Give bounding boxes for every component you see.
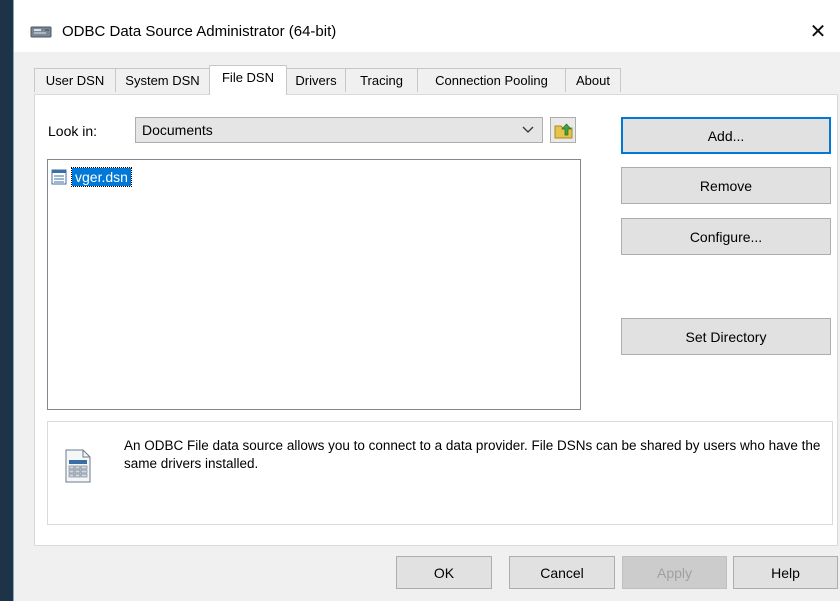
button-label: OK <box>433 564 455 581</box>
tab-label: System DSN <box>125 73 200 88</box>
info-box: An ODBC File data source allows you to c… <box>47 421 833 525</box>
cancel-button[interactable]: Cancel <box>509 556 615 589</box>
file-name: vger.dsn <box>71 167 132 187</box>
set-directory-button[interactable]: Set Directory <box>621 318 831 355</box>
button-label: Add... <box>707 127 745 144</box>
tab-user-dsn[interactable]: User DSN <box>34 68 116 92</box>
button-label: Cancel <box>540 564 584 581</box>
title-bar[interactable]: ODBC Data Source Administrator (64-bit) … <box>14 0 840 52</box>
tab-label: Drivers <box>295 73 337 88</box>
file-dsn-panel: Look in: Documents vger.dsn Add... Remov… <box>34 94 838 546</box>
close-icon: ✕ <box>809 20 827 43</box>
help-button[interactable]: Help <box>733 556 838 589</box>
tab-label: About <box>576 73 610 88</box>
apply-button[interactable]: Apply <box>622 556 727 589</box>
datasource-icon <box>63 447 93 485</box>
close-button[interactable]: ✕ <box>796 10 840 52</box>
odbc-app-icon <box>30 25 52 39</box>
button-label: Remove <box>699 177 753 194</box>
look-in-value: Documents <box>142 122 213 138</box>
tab-label: Connection Pooling <box>435 73 548 88</box>
tab-connection-pooling[interactable]: Connection Pooling <box>417 68 566 92</box>
tab-label: File DSN <box>221 70 274 85</box>
tab-label: User DSN <box>45 73 105 88</box>
tab-file-dsn[interactable]: File DSN <box>209 65 287 95</box>
ok-button[interactable]: OK <box>396 556 492 589</box>
info-description: An ODBC File data source allows you to c… <box>124 438 821 471</box>
look-in-combobox[interactable]: Documents <box>135 117 543 143</box>
up-folder-icon <box>551 123 575 145</box>
button-label: Configure... <box>689 228 763 245</box>
add-button[interactable]: Add... <box>621 117 831 154</box>
look-in-label: Look in: <box>48 123 98 139</box>
tab-system-dsn[interactable]: System DSN <box>115 68 210 92</box>
configure-button[interactable]: Configure... <box>621 218 831 255</box>
dsn-file-icon <box>50 168 70 186</box>
tab-drivers[interactable]: Drivers <box>286 68 346 92</box>
odbc-admin-window: ODBC Data Source Administrator (64-bit) … <box>13 0 840 601</box>
button-label: Set Directory <box>685 328 767 345</box>
file-list[interactable]: vger.dsn <box>47 159 581 410</box>
window-title: ODBC Data Source Administrator (64-bit) <box>62 23 337 40</box>
up-folder-button[interactable] <box>550 117 576 143</box>
button-label: Help <box>771 564 800 581</box>
tab-about[interactable]: About <box>565 68 621 92</box>
chevron-down-icon <box>522 122 534 136</box>
button-label: Apply <box>656 564 693 581</box>
file-item-vger[interactable]: vger.dsn <box>50 167 132 187</box>
tab-label: Tracing <box>360 73 403 88</box>
tab-tracing[interactable]: Tracing <box>345 68 418 92</box>
remove-button[interactable]: Remove <box>621 167 831 204</box>
